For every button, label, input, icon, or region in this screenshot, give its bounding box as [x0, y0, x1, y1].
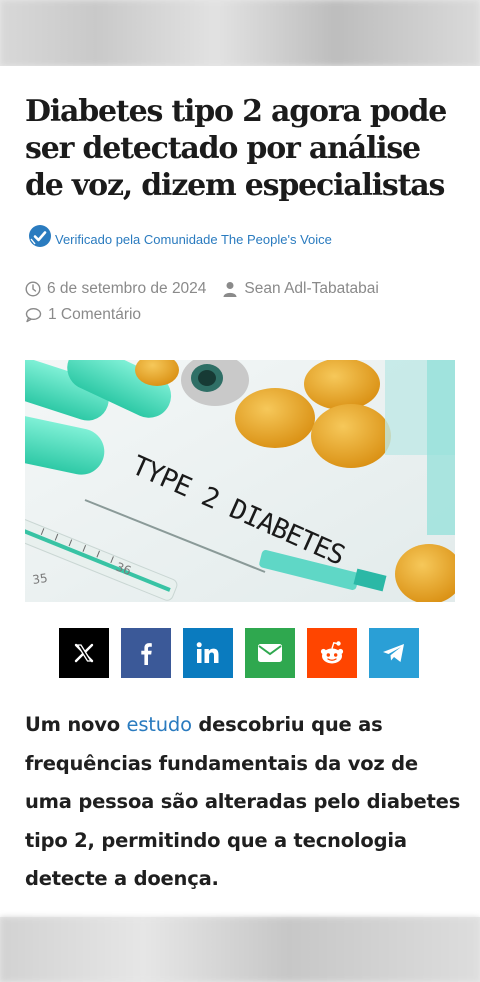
- share-x-button[interactable]: [59, 628, 109, 678]
- article-card: Diabetes tipo 2 agora pode ser detectado…: [0, 66, 480, 917]
- article-lead: Um novo estudo descobriu que as frequênc…: [25, 706, 465, 899]
- share-email-button[interactable]: [245, 628, 295, 678]
- blurred-background-bottom: [0, 917, 480, 982]
- comments-link[interactable]: 1 Comentário: [48, 306, 141, 324]
- clock-icon: [25, 281, 41, 297]
- lead-text-before: Um novo: [25, 713, 127, 736]
- linkedin-icon: [196, 642, 219, 663]
- share-reddit-button[interactable]: [307, 628, 357, 678]
- reddit-icon: [320, 641, 344, 664]
- x-icon: [74, 643, 94, 663]
- user-icon: [223, 282, 237, 297]
- blurred-background-top: [0, 0, 480, 66]
- comments-row: 1 Comentário: [25, 306, 141, 324]
- share-bar: [59, 628, 419, 678]
- meta-row: 6 de setembro de 2024 Sean Adl-Tabatabai: [25, 280, 379, 298]
- verified-badge-icon: [29, 225, 51, 247]
- share-linkedin-button[interactable]: [183, 628, 233, 678]
- comment-icon: [25, 307, 42, 323]
- envelope-icon: [258, 644, 282, 662]
- svg-text:35: 35: [31, 571, 48, 587]
- article-title: Diabetes tipo 2 agora pode ser detectado…: [25, 94, 447, 203]
- author-link[interactable]: Sean Adl-Tabatabai: [244, 280, 378, 298]
- telegram-icon: [383, 644, 404, 662]
- verified-community-link[interactable]: Verificado pela Comunidade The People's …: [55, 232, 332, 249]
- lead-text-after: descobriu que as frequências fundamentai…: [25, 713, 461, 890]
- facebook-icon: [141, 643, 152, 665]
- study-link[interactable]: estudo: [127, 713, 192, 736]
- share-facebook-button[interactable]: [121, 628, 171, 678]
- share-telegram-button[interactable]: [369, 628, 419, 678]
- publish-date: 6 de setembro de 2024: [47, 280, 207, 297]
- verified-line: Verificado pela Comunidade The People's …: [27, 221, 332, 249]
- hero-image: 35 36 TYPE 2 DIABETES: [25, 360, 455, 602]
